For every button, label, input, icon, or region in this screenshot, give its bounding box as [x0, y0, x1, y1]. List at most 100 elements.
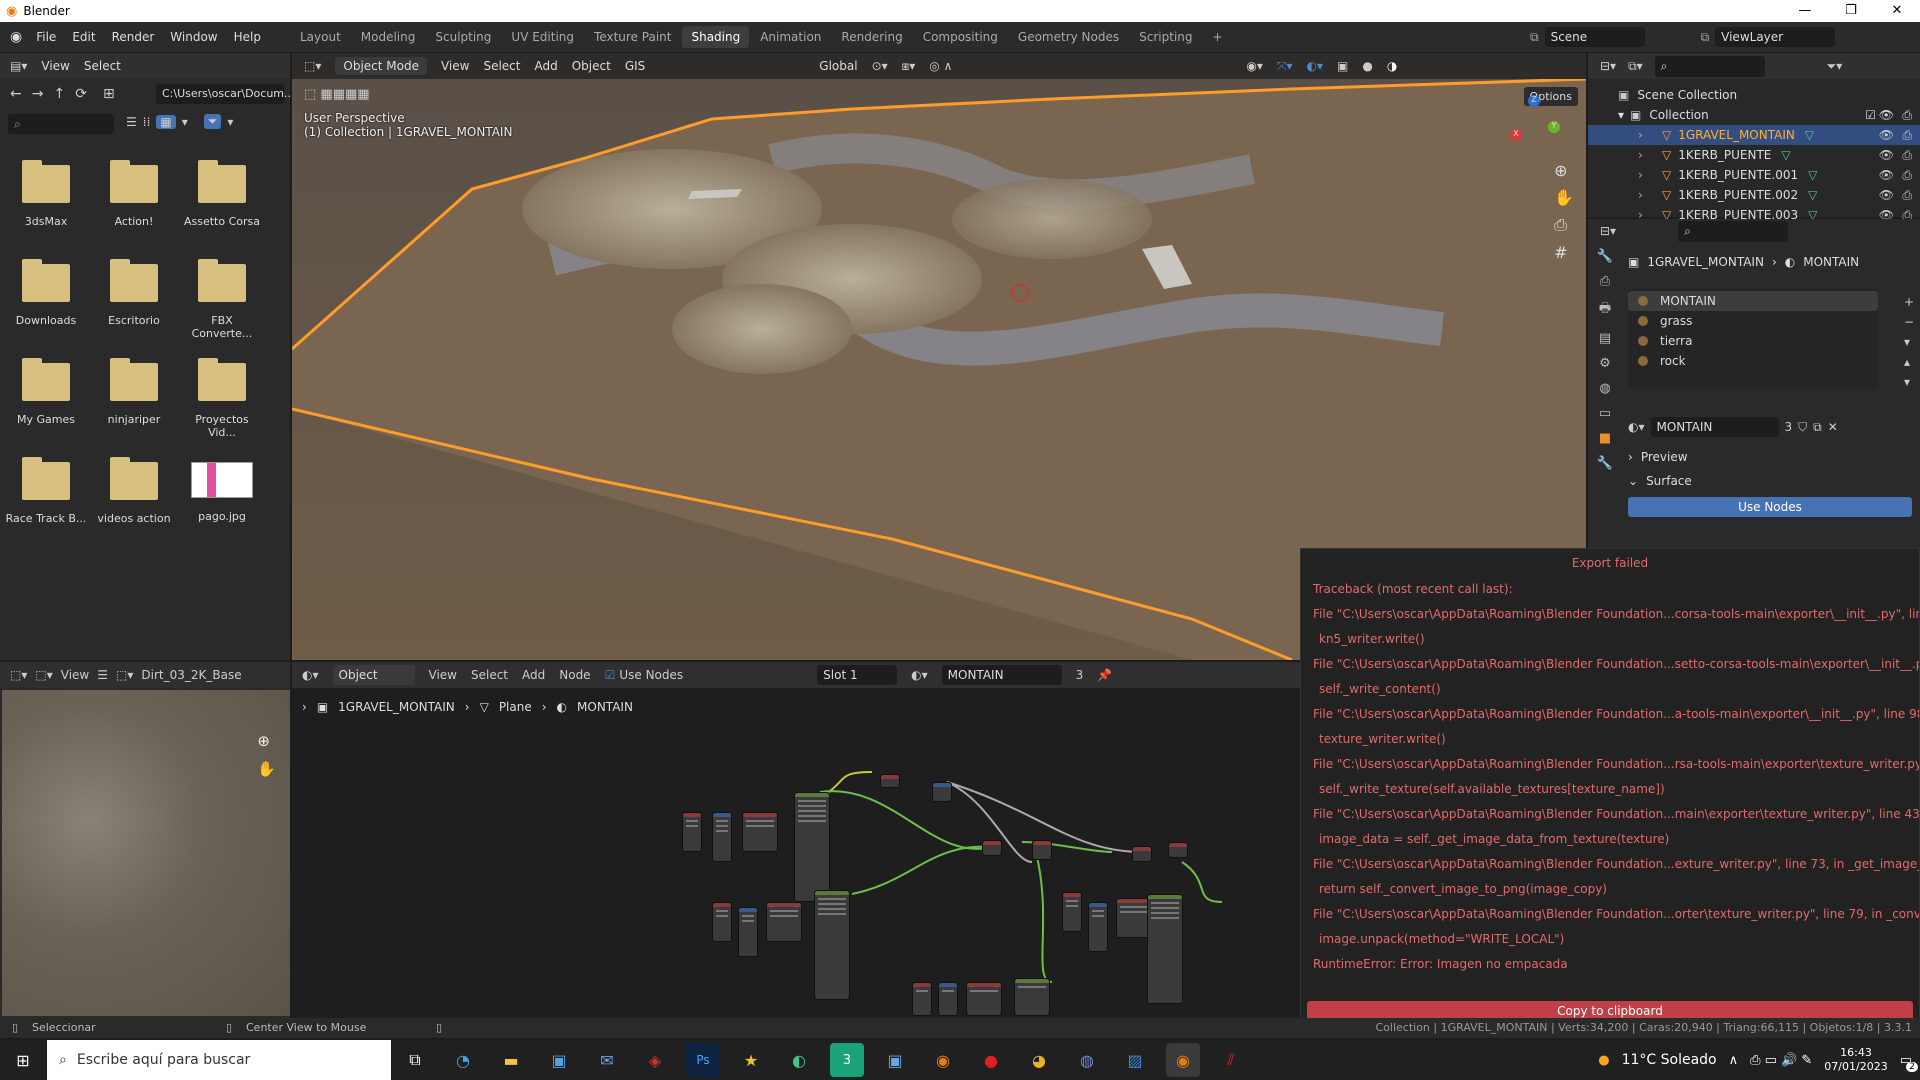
- tab-compositing[interactable]: Compositing: [914, 26, 1007, 48]
- proportional-edit-icon[interactable]: ◎ ∧: [929, 59, 952, 73]
- orientation-dropdown[interactable]: Global: [819, 59, 857, 73]
- move-up-icon[interactable]: ▴: [1904, 355, 1914, 369]
- expand-chevron-icon[interactable]: ›: [1638, 148, 1643, 162]
- close-button[interactable]: ✕: [1874, 0, 1920, 22]
- camera-icon[interactable]: ⎙: [1902, 188, 1912, 203]
- expand-chevron-icon[interactable]: ▾: [1618, 108, 1624, 122]
- gizmo-icon[interactable]: ⤧▾: [1277, 59, 1293, 74]
- camera-icon[interactable]: ⎙: [1902, 148, 1912, 163]
- editor-type-icon[interactable]: ⬚▾: [304, 59, 321, 73]
- shader-node[interactable]: [966, 982, 1002, 1016]
- shader-node[interactable]: [982, 840, 1002, 856]
- app-photo-icon[interactable]: ▨: [1118, 1043, 1152, 1077]
- add-slot-icon[interactable]: +: [1904, 295, 1914, 309]
- shader-node[interactable]: [932, 782, 952, 802]
- visibility-icon[interactable]: ◉▾: [1246, 59, 1263, 73]
- add-workspace-button[interactable]: +: [1204, 26, 1232, 48]
- shader-node[interactable]: [742, 812, 778, 852]
- mail-icon[interactable]: ✉: [590, 1043, 624, 1077]
- xray-icon[interactable]: ▣: [1337, 59, 1348, 73]
- outliner-item[interactable]: › ▽ 1KERB_PUENTE.002 ▽ 👁 ⎙: [1588, 185, 1920, 205]
- tab-uv-editing[interactable]: UV Editing: [502, 26, 583, 48]
- fb-menu-select[interactable]: Select: [84, 59, 121, 73]
- tab-scripting[interactable]: Scripting: [1130, 26, 1201, 48]
- file-item[interactable]: Race Track B...: [4, 457, 88, 525]
- windows-start-icon[interactable]: ⊞: [6, 1043, 40, 1077]
- output-tab-icon[interactable]: 🖶: [1599, 299, 1611, 321]
- shader-node[interactable]: [1032, 840, 1052, 860]
- eye-icon[interactable]: 👁: [1879, 148, 1894, 162]
- shader-node[interactable]: [938, 982, 958, 1016]
- shader-node[interactable]: [1088, 902, 1108, 952]
- properties-search-input[interactable]: ⌕: [1678, 220, 1789, 242]
- filter-icon[interactable]: ⏷▾: [1827, 59, 1843, 74]
- tab-layout[interactable]: Layout: [291, 26, 350, 48]
- move-down-icon[interactable]: ▾: [1904, 375, 1914, 389]
- pivot-icon[interactable]: ⊙▾: [872, 59, 888, 73]
- shader-node[interactable]: [1062, 892, 1082, 932]
- new-folder-icon[interactable]: ⊞: [103, 86, 115, 102]
- shader-node[interactable]: [1132, 846, 1152, 862]
- scene-tab-icon[interactable]: ⚙: [1599, 356, 1611, 371]
- shader-node[interactable]: [880, 774, 900, 788]
- file-item[interactable]: 3dsMax: [4, 160, 88, 228]
- shader-node[interactable]: [712, 902, 732, 942]
- outliner-item[interactable]: › ▽ 1KERB_PUENTE.001 ▽ 👁 ⎙: [1588, 165, 1920, 185]
- tab-animation[interactable]: Animation: [751, 26, 830, 48]
- filter-icon[interactable]: ⏷: [203, 114, 222, 129]
- expand-chevron-icon[interactable]: ›: [1638, 168, 1643, 182]
- menu-file[interactable]: File: [28, 30, 64, 44]
- remove-slot-icon[interactable]: −: [1904, 315, 1914, 329]
- camera-icon[interactable]: ⎙: [1902, 108, 1912, 123]
- shader-node[interactable]: [1014, 978, 1050, 1016]
- shader-node[interactable]: [738, 907, 758, 957]
- browse-image-icon[interactable]: ⬚▾: [116, 668, 133, 682]
- shader-node[interactable]: [682, 812, 702, 852]
- menu-icon[interactable]: ☰: [97, 668, 108, 682]
- app-stripes-icon[interactable]: ⫽: [1214, 1043, 1248, 1077]
- eye-icon[interactable]: 👁: [1879, 188, 1894, 202]
- tab-rendering[interactable]: Rendering: [832, 26, 911, 48]
- task-view-icon[interactable]: ⧉: [398, 1043, 432, 1077]
- shader-node[interactable]: [766, 902, 802, 942]
- notification-icon[interactable]: ▭ 2: [1900, 1053, 1918, 1072]
- file-item[interactable]: Downloads: [4, 259, 88, 327]
- tab-geometry-nodes[interactable]: Geometry Nodes: [1009, 26, 1128, 48]
- shader-node[interactable]: [712, 812, 732, 862]
- file-item[interactable]: My Games: [4, 358, 88, 426]
- taskbar-search-input[interactable]: ⌕ Escribe aquí para buscar: [47, 1040, 391, 1080]
- shader-node[interactable]: [814, 890, 850, 1000]
- refresh-icon[interactable]: ⟳: [75, 86, 87, 102]
- scene-selector[interactable]: Scene: [1544, 27, 1645, 47]
- view-layer-tab-icon[interactable]: ▤: [1599, 331, 1611, 346]
- maximize-button[interactable]: ❐: [1828, 0, 1874, 22]
- tab-texture-paint[interactable]: Texture Paint: [585, 26, 680, 48]
- viewlayer-selector[interactable]: ViewLayer: [1715, 27, 1836, 47]
- vp-menu-select[interactable]: Select: [483, 59, 520, 73]
- shading-material-icon[interactable]: ◑: [1387, 59, 1397, 73]
- display-settings-chevron-icon[interactable]: ▾: [182, 115, 188, 129]
- expand-chevron-icon[interactable]: ›: [1638, 128, 1643, 142]
- app-3-icon[interactable]: 3: [830, 1043, 864, 1077]
- tool-tab-icon[interactable]: 🔧: [1597, 249, 1613, 264]
- fb-menu-view[interactable]: View: [41, 59, 69, 73]
- display-mode-icon[interactable]: ⧉▾: [1628, 59, 1643, 74]
- file-item[interactable]: ninjariper: [92, 358, 176, 426]
- tool-icons[interactable]: ⬚ ▦▦▦▦: [304, 87, 370, 102]
- vp-menu-gis[interactable]: GIS: [625, 59, 645, 73]
- material-slot[interactable]: rock: [1628, 351, 1878, 371]
- filter-settings-chevron-icon[interactable]: ▾: [227, 115, 233, 129]
- shader-node[interactable]: [912, 982, 932, 1016]
- material-slot[interactable]: grass: [1628, 311, 1878, 331]
- clock[interactable]: 16:43 07/01/2023: [1824, 1046, 1887, 1074]
- edge-icon[interactable]: ◔: [446, 1043, 480, 1077]
- render-tab-icon[interactable]: ⎙: [1600, 274, 1610, 289]
- world-tab-icon[interactable]: ◍: [1599, 381, 1610, 396]
- image-view-mode-icon[interactable]: ⬚▾: [35, 668, 52, 682]
- app-icon[interactable]: ◈: [638, 1043, 672, 1077]
- back-arrow-icon[interactable]: ←: [10, 86, 22, 102]
- image-name[interactable]: Dirt_03_2K_Base_C: [141, 668, 241, 682]
- thumbnails-icon[interactable]: ▦: [156, 114, 176, 129]
- menu-window[interactable]: Window: [162, 30, 225, 44]
- horizontal-list-icon[interactable]: ⁞⁞: [143, 115, 151, 129]
